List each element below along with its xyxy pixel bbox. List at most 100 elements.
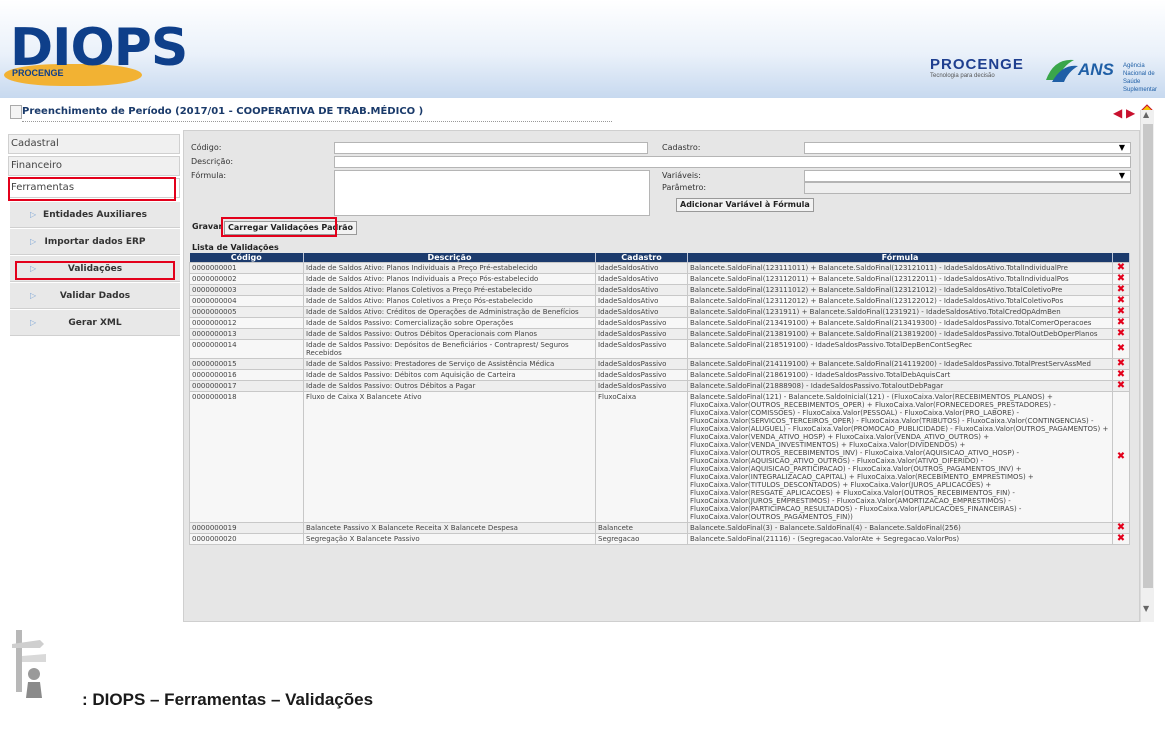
cell-formula: Balancete.SaldoFinal(3) - Balancete.Sald… <box>687 522 1113 534</box>
delete-icon[interactable]: ✖ <box>1112 284 1130 296</box>
delete-icon[interactable]: ✖ <box>1112 317 1130 329</box>
formula-label: Fórmula: <box>191 171 227 180</box>
ans-name: ANS <box>1078 60 1114 79</box>
column-header-descricao[interactable]: Descrição <box>303 253 596 263</box>
table-row[interactable]: 0000000012 Idade de Saldos Passivo: Comer… <box>189 317 1130 329</box>
delete-icon[interactable]: ✖ <box>1112 339 1130 359</box>
sidebar-subitem-label: Validar Dados <box>59 291 131 301</box>
table-row[interactable]: 0000000019 Balancete Passivo X Balancete … <box>189 522 1130 534</box>
highlight-ferramentas <box>8 177 176 201</box>
parametro-label: Parâmetro: <box>662 183 707 192</box>
parametro-input[interactable] <box>804 182 1131 194</box>
cell-formula: Balancete.SaldoFinal(218619100) - IdadeS… <box>687 369 1113 381</box>
descricao-label: Descrição: <box>191 157 234 166</box>
cell-cadastro: IdadeSaldosAtivo <box>595 284 688 296</box>
cell-descricao: Idade de Saldos Passivo: Depósitos de Be… <box>303 339 596 359</box>
table-row[interactable]: 0000000013 Idade de Saldos Passivo: Outro… <box>189 328 1130 340</box>
cell-formula: Balancete.SaldoFinal(21116) - (Segregaca… <box>687 533 1113 545</box>
cadastro-select[interactable]: ▼ <box>804 142 1131 154</box>
cell-formula: Balancete.SaldoFinal(21888908) - IdadeSa… <box>687 380 1113 392</box>
delete-icon[interactable]: ✖ <box>1112 273 1130 285</box>
cell-formula: Balancete.SaldoFinal(123111012) + Balanc… <box>687 284 1113 296</box>
cell-descricao: Idade de Saldos Passivo: Comercialização… <box>303 317 596 329</box>
cell-cadastro: IdadeSaldosPassivo <box>595 339 688 359</box>
cell-descricao: Segregação X Balancete Passivo <box>303 533 596 545</box>
delete-icon[interactable]: ✖ <box>1112 306 1130 318</box>
table-row[interactable]: 0000000020 Segregação X Balancete Passivo… <box>189 533 1130 545</box>
table-row[interactable]: 0000000016 Idade de Saldos Passivo: Débit… <box>189 369 1130 381</box>
sidebar-subitem-label: Gerar XML <box>68 318 122 328</box>
sidebar-subitem-validar-dados[interactable]: ▷ Validar Dados <box>10 283 180 309</box>
sidebar-subitem-label: Importar dados ERP <box>44 237 146 247</box>
cell-formula: Balancete.SaldoFinal(214119100) + Balanc… <box>687 358 1113 370</box>
sidebar-subitem-label: Entidades Auxiliares <box>43 210 147 220</box>
sidebar: Cadastral Financeiro Ferramentas ▷ Entida… <box>8 134 180 344</box>
cell-cadastro: IdadeSaldosAtivo <box>595 262 688 274</box>
diops-logo: DIOPS PROCENGE <box>4 20 188 86</box>
ans-logo: ANS Agência Nacional de Saúde Suplementa… <box>1044 54 1165 93</box>
delete-icon[interactable]: ✖ <box>1112 522 1130 534</box>
cell-codigo: 0000000019 <box>189 522 304 534</box>
cell-codigo: 0000000018 <box>189 391 304 523</box>
sidebar-subitem-entidades-auxiliares[interactable]: ▷ Entidades Auxiliares <box>10 202 180 228</box>
delete-icon[interactable]: ✖ <box>1112 358 1130 370</box>
column-header-formula[interactable]: Fórmula <box>687 253 1113 263</box>
delete-icon[interactable]: ✖ <box>1112 369 1130 381</box>
table-row[interactable]: 0000000004 Idade de Saldos Ativo: Planos … <box>189 295 1130 307</box>
cell-descricao: Idade de Saldos Ativo: Planos Individuai… <box>303 262 596 274</box>
sidebar-item-cadastral[interactable]: Cadastral <box>8 134 180 154</box>
cell-codigo: 0000000013 <box>189 328 304 340</box>
cell-codigo: 0000000004 <box>189 295 304 307</box>
formula-textarea[interactable] <box>334 170 650 216</box>
document-icon <box>10 105 22 119</box>
table-row[interactable]: 0000000014 Idade de Saldos Passivo: Depós… <box>189 339 1130 359</box>
cell-codigo: 0000000002 <box>189 273 304 285</box>
cell-codigo: 0000000001 <box>189 262 304 274</box>
figure-caption: : DIOPS – Ferramentas – Validações <box>82 690 374 709</box>
cell-descricao: Idade de Saldos Ativo: Planos Individuai… <box>303 273 596 285</box>
cell-formula: Balancete.SaldoFinal(123111011) + Balanc… <box>687 262 1113 274</box>
table-row[interactable]: 0000000003 Idade de Saldos Ativo: Planos … <box>189 284 1130 296</box>
forward-arrow-icon[interactable]: ▶ <box>1126 106 1135 120</box>
table-row[interactable]: 0000000002 Idade de Saldos Ativo: Planos … <box>189 273 1130 285</box>
scroll-down-icon[interactable]: ▼ <box>1143 604 1149 613</box>
table-row[interactable]: 0000000017 Idade de Saldos Passivo: Outro… <box>189 380 1130 392</box>
save-button[interactable]: Gravar <box>192 221 222 235</box>
add-variable-button[interactable]: Adicionar Variável à Fórmula <box>676 198 814 212</box>
column-header-cadastro[interactable]: Cadastro <box>595 253 688 263</box>
codigo-input[interactable] <box>334 142 648 154</box>
delete-icon[interactable]: ✖ <box>1112 391 1130 523</box>
ans-mark-icon <box>1046 59 1078 82</box>
delete-icon[interactable]: ✖ <box>1112 295 1130 307</box>
table-row[interactable]: 0000000001 Idade de Saldos Ativo: Planos … <box>189 262 1130 274</box>
table-row[interactable]: 0000000005 Idade de Saldos Ativo: Crédito… <box>189 306 1130 318</box>
triangle-icon: ▷ <box>30 318 37 327</box>
chevron-down-icon: ▼ <box>1118 143 1125 152</box>
delete-icon[interactable]: ✖ <box>1112 533 1130 545</box>
variaveis-select[interactable]: ▼ <box>804 170 1131 182</box>
highlight-load-button <box>221 217 337 237</box>
sidebar-subitem-importar-dados-erp[interactable]: ▷ Importar dados ERP <box>10 229 180 255</box>
cell-codigo: 0000000015 <box>189 358 304 370</box>
back-arrow-icon[interactable]: ◀ <box>1113 106 1122 120</box>
column-header-codigo[interactable]: Código <box>189 253 304 263</box>
table-row[interactable]: 0000000018 Fluxo de Caixa X Balancete Ati… <box>189 391 1130 523</box>
cell-cadastro: IdadeSaldosPassivo <box>595 380 688 392</box>
vertical-scrollbar[interactable]: ▲ ▼ <box>1140 110 1154 622</box>
descricao-input[interactable] <box>334 156 1131 168</box>
sidebar-item-label: Financeiro <box>11 160 63 171</box>
cell-formula: Balancete.SaldoFinal(213419100) + Balanc… <box>687 317 1113 329</box>
delete-icon[interactable]: ✖ <box>1112 262 1130 274</box>
sidebar-item-financeiro[interactable]: Financeiro <box>8 156 180 176</box>
scrollbar-thumb[interactable] <box>1143 124 1153 588</box>
scroll-up-icon[interactable]: ▲ <box>1143 110 1149 119</box>
highlight-validacoes <box>15 261 175 280</box>
cell-codigo: 0000000012 <box>189 317 304 329</box>
app-header: DIOPS PROCENGE PROCENGE Tecnologia para … <box>0 0 1165 98</box>
delete-icon[interactable]: ✖ <box>1112 380 1130 392</box>
table-row[interactable]: 0000000015 Idade de Saldos Passivo: Prest… <box>189 358 1130 370</box>
sidebar-subitem-gerar-xml[interactable]: ▷ Gerar XML <box>10 310 180 336</box>
cell-cadastro: IdadeSaldosPassivo <box>595 369 688 381</box>
cell-codigo: 0000000005 <box>189 306 304 318</box>
delete-icon[interactable]: ✖ <box>1112 328 1130 340</box>
